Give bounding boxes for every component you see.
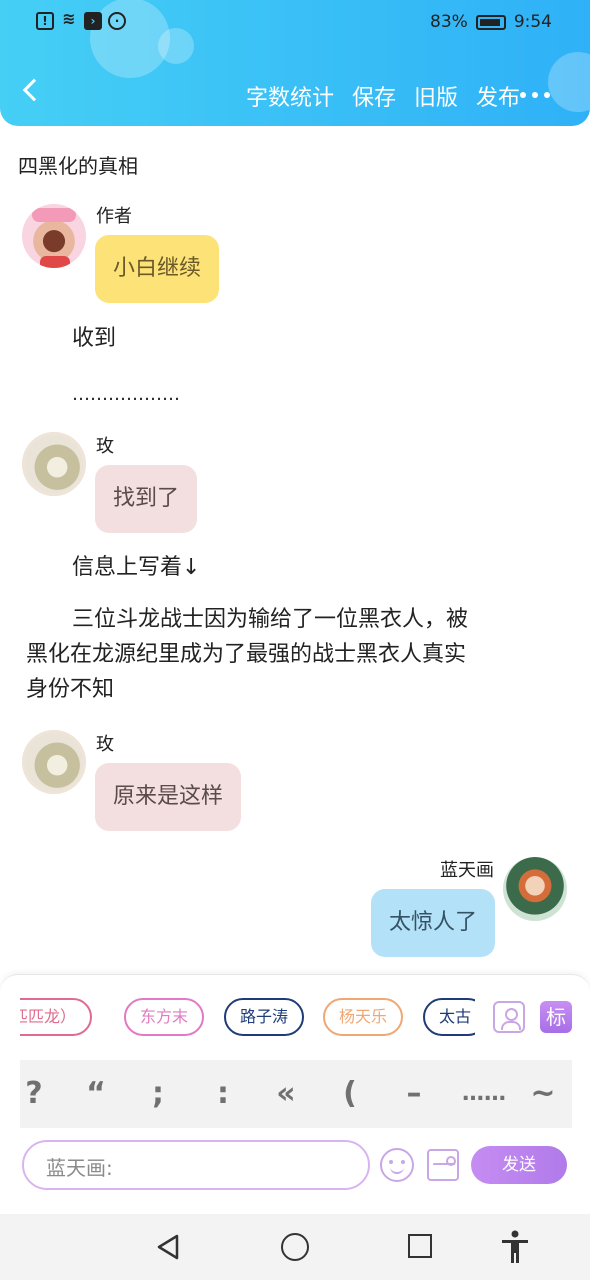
battery-percent: 83% [430,12,468,32]
input-placeholder: 蓝天画: [46,1156,113,1180]
save-button[interactable]: 保存 [352,80,396,112]
top-header: ! ≋ › · 83% 9:54 字数统计 保存 旧版 发布 [0,0,590,126]
avatar-lantianhua[interactable] [503,857,567,921]
character-chip-row[interactable]: 匹匹龙） 东方末 路子涛 杨天乐 太古 [20,998,475,1038]
more-button[interactable] [520,92,550,98]
app-notification-icon: › [84,12,102,30]
back-button[interactable] [18,78,48,108]
battery-icon [475,14,506,30]
punctuation-key[interactable]: …… [456,1060,512,1128]
narration-text[interactable]: 三位斗龙战士因为输给了一位黑衣人，被 [72,603,468,637]
punctuation-key[interactable]: « [266,1060,306,1128]
chat-bubble[interactable]: 找到了 [95,465,198,533]
status-icons: ! ≋ › · [36,9,126,30]
punctuation-key[interactable]: – [394,1060,434,1128]
contacts-button[interactable] [493,1001,525,1033]
punctuation-key[interactable]: “ [76,1060,116,1128]
narration-text[interactable]: 身份不知 [26,673,114,707]
character-chip[interactable]: 杨天乐 [323,998,404,1036]
avatar-author[interactable] [22,204,86,268]
narration-text[interactable]: ……………… [72,378,180,412]
wifi-icon: ≋ [62,9,76,28]
punctuation-key[interactable]: ? [14,1060,54,1128]
speaker-name: 作者 [96,206,132,227]
character-chip[interactable]: 太古 [423,998,475,1036]
emoji-icon[interactable] [380,1148,414,1182]
avatar-mei[interactable] [22,730,86,794]
more-dots-icon [520,92,526,98]
editor-screen: ! ≋ › · 83% 9:54 字数统计 保存 旧版 发布 四黑化的真相 作者… [0,0,590,1280]
nav-recent-icon[interactable] [408,1234,432,1258]
avatar-mei[interactable] [22,432,86,496]
punctuation-key[interactable]: ; [138,1060,178,1128]
chat-bubble[interactable]: 原来是这样 [95,763,242,831]
decorative-bubble [548,52,590,112]
character-chip[interactable]: 路子涛 [224,998,305,1036]
decorative-bubble [158,28,194,64]
speaker-name: 玫 [96,734,114,755]
status-right: 83% 9:54 [430,12,552,32]
qq-icon: · [108,12,126,30]
punctuation-bar: ? “ ; : « ( – …… ~ [20,1060,572,1128]
header-actions: 字数统计 保存 旧版 发布 [246,80,520,112]
chat-bubble[interactable]: 小白继续 [95,235,220,303]
narration-text[interactable]: 信息上写着↓ [72,551,200,585]
image-icon[interactable] [427,1149,459,1181]
old-version-button[interactable]: 旧版 [414,80,458,112]
message-input[interactable]: 蓝天画: [22,1140,370,1190]
publish-button[interactable]: 发布 [476,80,520,112]
speaker-name: 蓝天画 [440,860,494,881]
nav-home-icon[interactable] [281,1233,309,1261]
tag-button[interactable]: 标 [540,1001,572,1033]
punctuation-key[interactable]: ( [330,1060,370,1128]
speaker-name: 玫 [96,436,114,457]
chevron-left-icon [22,78,46,102]
punctuation-key[interactable]: ~ [523,1060,563,1128]
send-button[interactable]: 发送 [471,1146,567,1184]
accessibility-icon[interactable] [500,1230,530,1264]
narration-text[interactable]: 黑化在龙源纪里成为了最强的战士黑衣人真实 [26,638,466,672]
system-nav-bar [0,1214,590,1280]
document-title[interactable]: 四黑化的真相 [18,150,138,179]
alert-icon: ! [36,12,54,30]
character-chip[interactable]: 东方末 [124,998,205,1036]
narration-text[interactable]: 收到 [72,322,116,356]
word-count-button[interactable]: 字数统计 [246,80,334,112]
nav-back-icon[interactable] [155,1234,181,1260]
punctuation-key[interactable]: : [203,1060,243,1128]
chat-bubble[interactable]: 太惊人了 [370,889,495,957]
character-chip[interactable]: 匹匹龙） [20,998,93,1036]
clock: 9:54 [513,12,552,32]
